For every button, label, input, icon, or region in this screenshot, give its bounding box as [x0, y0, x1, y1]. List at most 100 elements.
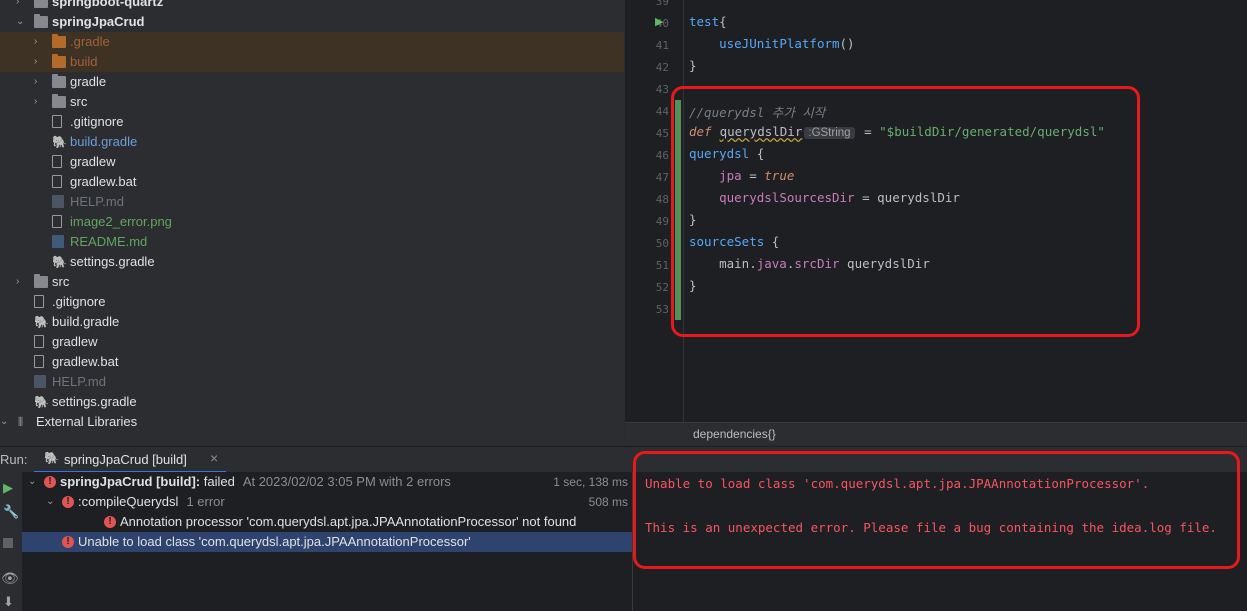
item-text: :compileQuerydsl 1 error	[78, 492, 225, 512]
tree-item[interactable]: 🐘 build.gradle	[0, 132, 624, 152]
build-tree-item[interactable]: ⌄! :compileQuerydsl 1 error 508 ms	[22, 492, 632, 512]
tree-item[interactable]: README.md	[0, 232, 624, 252]
gradle-icon: 🐘	[44, 451, 59, 465]
folder-icon	[52, 34, 66, 48]
tree-item-label: build.gradle	[70, 134, 138, 149]
tree-item-label: gradle	[70, 74, 107, 89]
tree-item-label: image2_error.png	[70, 214, 172, 229]
error-icon: !	[62, 496, 74, 508]
task-name: springJpaCrud [build]:	[60, 474, 201, 489]
folder-icon	[34, 0, 48, 8]
code-line[interactable]: useJUnitPlatform()	[689, 36, 855, 51]
tree-item[interactable]: 🐘 settings.gradle	[0, 392, 624, 412]
tree-item[interactable]: › springboot-quartz	[0, 0, 624, 12]
item-label: :compileQuerydsl	[78, 494, 179, 509]
pin-icon[interactable]: ⬇	[3, 594, 14, 610]
chevron-right-icon[interactable]: ›	[34, 32, 44, 52]
highlight-box-code	[671, 86, 1140, 337]
breadcrumb[interactable]: dependencies{}	[693, 427, 776, 441]
tree-item[interactable]: gradlew	[0, 152, 624, 172]
item-text: Annotation processor 'com.querydsl.apt.j…	[120, 512, 576, 532]
eye-icon[interactable]: 👁	[1, 570, 19, 587]
build-tree-item[interactable]: ! Unable to load class 'com.querydsl.apt.…	[22, 532, 632, 552]
code-line[interactable]: test{	[689, 14, 727, 29]
tree-item[interactable]: gradlew	[0, 332, 624, 352]
file-icon	[52, 115, 62, 128]
tree-item[interactable]: 🐘 settings.gradle	[0, 252, 624, 272]
tree-item[interactable]: HELP.md	[0, 192, 624, 212]
chevron-right-icon[interactable]: ›	[34, 72, 44, 92]
tree-item[interactable]: ⌄ springJpaCrud	[0, 12, 624, 32]
wrench-icon[interactable]: 🔧	[3, 504, 19, 520]
folder-icon	[34, 14, 48, 28]
tree-item[interactable]: ⌄ ⫴ External Libraries	[0, 412, 624, 432]
run-tab[interactable]: 🐘 springJpaCrud [build] ×	[34, 447, 226, 473]
tree-item[interactable]: gradlew.bat	[0, 172, 624, 192]
library-icon: ⫴	[18, 415, 24, 429]
chevron-right-icon[interactable]: ›	[16, 272, 26, 292]
duration: 508 ms	[588, 495, 628, 509]
duration: 1 sec, 138 ms	[553, 475, 628, 489]
tree-item[interactable]: gradlew.bat	[0, 352, 624, 372]
tree-item-label: .gitignore	[70, 114, 124, 129]
tree-item[interactable]: .gitignore	[0, 112, 624, 132]
tree-item[interactable]: › gradle	[0, 72, 624, 92]
line-number: 49	[655, 215, 669, 228]
file-icon	[34, 355, 44, 368]
close-icon[interactable]: ×	[210, 450, 218, 466]
tree-item[interactable]: .gitignore	[0, 292, 624, 312]
tree-item-label: gradlew	[70, 154, 116, 169]
tree-item-label: External Libraries	[36, 414, 138, 429]
run-toolbar: ▶ 🔧 👁 ⬇	[0, 472, 22, 611]
highlight-box-console	[633, 451, 1240, 569]
folder-icon	[52, 74, 66, 88]
gradle-icon: 🐘	[34, 395, 49, 409]
run-gutter-icon[interactable]: ▶	[655, 15, 663, 28]
line-number: 50	[655, 237, 669, 250]
chevron-down-icon[interactable]: ⌄	[0, 412, 10, 432]
tree-item-label: gradlew	[52, 334, 98, 349]
chevron-right-icon[interactable]: ›	[34, 92, 44, 112]
tree-item-label: gradlew.bat	[52, 354, 119, 369]
tree-item[interactable]: HELP.md	[0, 372, 624, 392]
folder-icon	[52, 94, 66, 108]
tree-item[interactable]: 🐘 build.gradle	[0, 312, 624, 332]
chevron-down-icon[interactable]: ⌄	[16, 12, 26, 32]
gradle-icon: 🐘	[52, 135, 67, 149]
chevron-right-icon[interactable]: ›	[16, 0, 26, 12]
code-token: useJUnitPlatform	[719, 36, 840, 51]
markdown-icon	[52, 235, 64, 248]
chevron-right-icon[interactable]: ›	[34, 52, 44, 72]
build-tree-item[interactable]: ⌄! springJpaCrud [build]: failed At 2023/0…	[22, 472, 632, 492]
stop-icon[interactable]	[3, 538, 13, 548]
gradle-icon: 🐘	[52, 255, 67, 269]
tree-item-label: src	[70, 94, 88, 109]
line-number: 53	[655, 303, 669, 316]
tree-item-label: build	[70, 54, 98, 69]
line-number: 52	[655, 281, 669, 294]
tree-item[interactable]: › build	[0, 52, 624, 72]
line-number: 46	[655, 149, 669, 162]
error-icon: !	[62, 536, 74, 548]
build-output-tree[interactable]: ⌄! springJpaCrud [build]: failed At 2023/0…	[22, 472, 632, 611]
line-number: 44	[655, 105, 669, 118]
code-line[interactable]: }	[689, 58, 697, 73]
line-number: 39	[655, 0, 669, 8]
rerun-icon[interactable]: ▶	[3, 480, 13, 496]
run-label: Run:	[0, 452, 28, 467]
build-tree-item[interactable]: ! Annotation processor 'com.querydsl.apt.…	[22, 512, 632, 532]
item-label: Unable to load class 'com.querydsl.apt.j…	[78, 534, 471, 549]
chevron-down-icon[interactable]: ⌄	[46, 492, 54, 512]
tree-item[interactable]: › src	[0, 92, 624, 112]
chevron-down-icon[interactable]: ⌄	[28, 472, 36, 492]
error-icon: !	[44, 476, 56, 488]
code-token: ()	[839, 36, 855, 51]
code-token: test	[689, 14, 720, 29]
tree-item-label: springboot-quartz	[52, 0, 164, 9]
editor-breadcrumb-bar: dependencies{}	[625, 422, 1247, 444]
tree-item-label: settings.gradle	[52, 394, 137, 409]
tree-item[interactable]: image2_error.png	[0, 212, 624, 232]
tree-item[interactable]: › .gradle	[0, 32, 624, 52]
error-icon: !	[104, 516, 116, 528]
tree-item[interactable]: › src	[0, 272, 624, 292]
